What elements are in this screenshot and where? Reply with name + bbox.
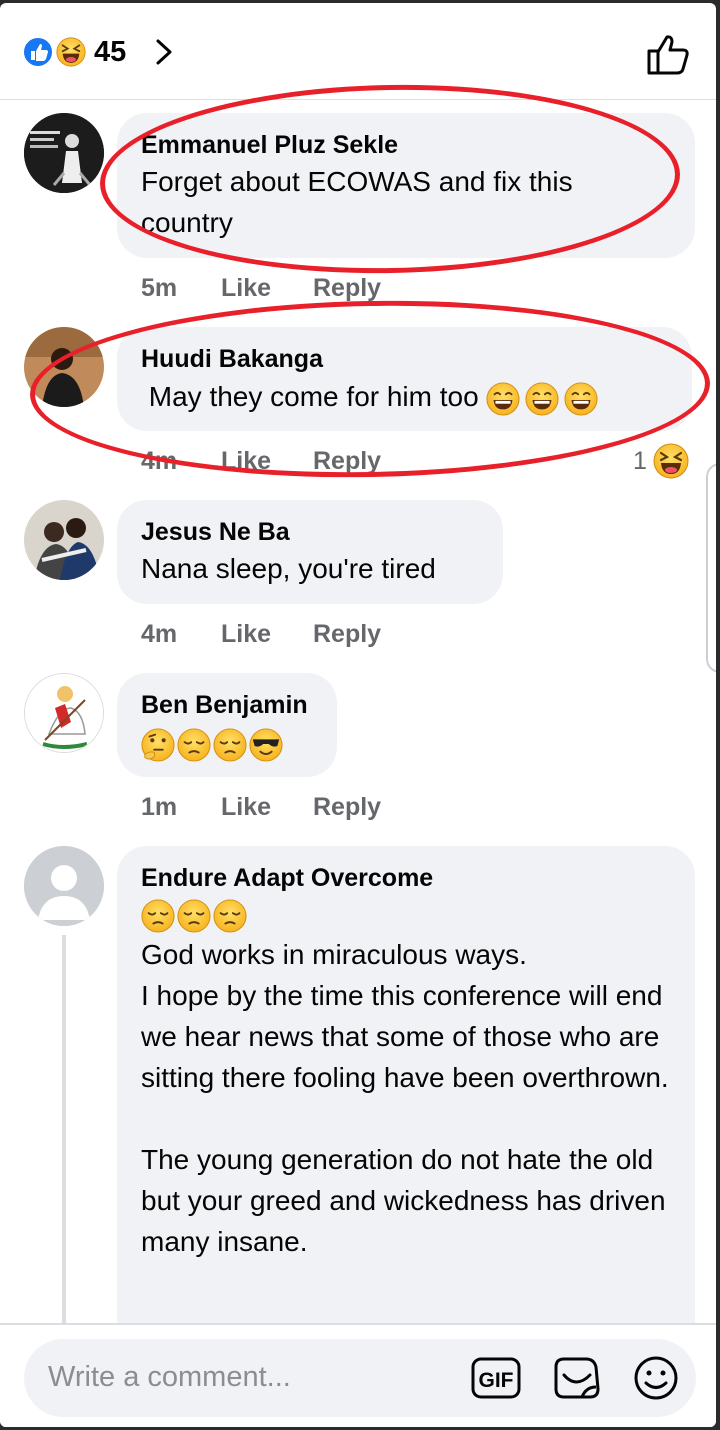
sunglasses-emoji-icon: [249, 728, 283, 762]
comment-text: God works in miraculous ways. I hope by …: [141, 939, 669, 1257]
comment-bubble: Emmanuel Pluz Sekle Forget about ECOWAS …: [117, 113, 695, 258]
default-avatar-icon[interactable]: [24, 846, 104, 926]
comment-author[interactable]: Endure Adapt Overcome: [141, 862, 671, 894]
thinking-emoji-icon: [141, 728, 175, 762]
reply-button[interactable]: Reply: [313, 792, 381, 822]
comment-text-row: May they come for him too: [141, 375, 668, 419]
comment-author[interactable]: Huudi Bakanga: [141, 343, 668, 375]
like-button[interactable]: Like: [221, 446, 271, 476]
comment-input-wrap: GIF: [24, 1339, 696, 1417]
comments-screen: 45 Emmanuel Pluz Sekle Forget about ECOW…: [0, 3, 716, 1427]
comment-author[interactable]: Ben Benjamin: [141, 689, 313, 721]
pensive-emoji-icon: [213, 899, 247, 933]
comment-reaction-count[interactable]: 1: [633, 446, 647, 476]
pensive-emoji-icon: [177, 728, 211, 762]
comment-bubble: Jesus Ne Ba Nana sleep, you're tired: [117, 500, 503, 604]
like-button[interactable]: Like: [221, 619, 271, 649]
like-button[interactable]: Like: [221, 273, 271, 303]
comment-time[interactable]: 4m: [141, 446, 177, 476]
comment-text: Forget about ECOWAS and fix this country: [141, 166, 581, 238]
reply-button[interactable]: Reply: [313, 273, 381, 303]
comment-time[interactable]: 4m: [141, 619, 177, 649]
like-button[interactable]: Like: [221, 792, 271, 822]
pensive-emoji-icon: [177, 899, 211, 933]
reactions-header: 45: [0, 3, 716, 100]
reaction-icons[interactable]: [22, 35, 88, 69]
chevron-right-icon[interactable]: [150, 37, 178, 67]
comment-time[interactable]: 1m: [141, 792, 177, 822]
sticker-icon[interactable]: [550, 1353, 602, 1403]
comment-input[interactable]: [48, 1357, 468, 1397]
comment-composer: GIF: [0, 1323, 716, 1427]
reply-thread-line: [62, 935, 66, 1335]
avatar[interactable]: [24, 113, 104, 193]
grinning-emoji-icon: [564, 382, 598, 416]
comment-text: May they come for him too: [141, 381, 479, 412]
comment-emojis: [141, 894, 671, 934]
avatar[interactable]: [24, 673, 104, 753]
comment-author[interactable]: Emmanuel Pluz Sekle: [141, 129, 671, 161]
like-reaction-icon: [22, 36, 54, 68]
reply-button[interactable]: Reply: [313, 619, 381, 649]
pensive-emoji-icon: [213, 728, 247, 762]
avatar[interactable]: [24, 500, 104, 580]
thumbs-up-outline-icon[interactable]: [644, 31, 692, 77]
grinning-emoji-icon: [486, 382, 520, 416]
haha-reaction-icon: [55, 36, 87, 68]
gif-button[interactable]: GIF: [470, 1353, 522, 1403]
reply-button[interactable]: Reply: [313, 446, 381, 476]
avatar[interactable]: [24, 327, 104, 407]
comment-bubble: Endure Adapt Overcome God works in mirac…: [117, 846, 695, 1366]
comment-text: Nana sleep, you're tired: [141, 553, 436, 584]
side-panel-tab[interactable]: [706, 463, 716, 673]
comment-bubble: Huudi Bakanga May they come for him too: [117, 327, 692, 431]
comment-emojis: [141, 721, 313, 765]
comment-time[interactable]: 5m: [141, 273, 177, 303]
emoji-icon[interactable]: [630, 1353, 682, 1403]
pensive-emoji-icon: [141, 899, 175, 933]
grinning-emoji-icon: [525, 382, 559, 416]
comment-bubble: Ben Benjamin: [117, 673, 337, 777]
comment-author[interactable]: Jesus Ne Ba: [141, 516, 479, 548]
reaction-count[interactable]: 45: [94, 35, 126, 69]
gif-icon: GIF: [479, 1369, 514, 1392]
haha-reaction-icon[interactable]: [653, 443, 689, 486]
